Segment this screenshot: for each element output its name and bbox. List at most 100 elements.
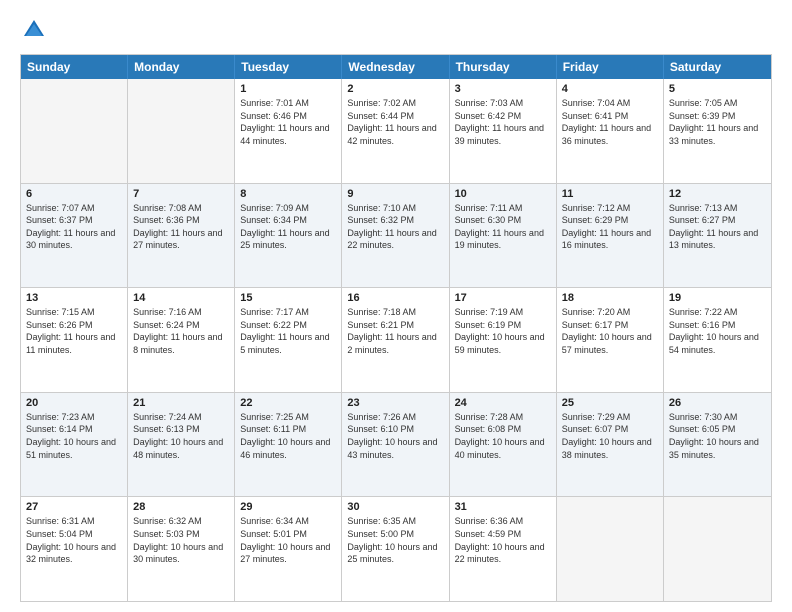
- week-row-3: 13 Sunrise: 7:15 AMSunset: 6:26 PMDayligh…: [21, 287, 771, 392]
- day-number: 27: [26, 501, 122, 513]
- day-header-wednesday: Wednesday: [342, 55, 449, 79]
- day-info: Sunrise: 6:34 AMSunset: 5:01 PMDaylight:…: [240, 515, 336, 565]
- day-cell-27: 27 Sunrise: 6:31 AMSunset: 5:04 PMDayligh…: [21, 497, 128, 601]
- day-number: 18: [562, 292, 658, 304]
- day-info: Sunrise: 7:28 AMSunset: 6:08 PMDaylight:…: [455, 411, 551, 461]
- day-number: 21: [133, 397, 229, 409]
- empty-cell: [664, 497, 771, 601]
- day-cell-26: 26 Sunrise: 7:30 AMSunset: 6:05 PMDayligh…: [664, 393, 771, 497]
- day-number: 26: [669, 397, 766, 409]
- day-number: 25: [562, 397, 658, 409]
- day-cell-1: 1 Sunrise: 7:01 AMSunset: 6:46 PMDaylight…: [235, 79, 342, 183]
- day-number: 3: [455, 83, 551, 95]
- day-number: 9: [347, 188, 443, 200]
- day-header-thursday: Thursday: [450, 55, 557, 79]
- day-info: Sunrise: 7:15 AMSunset: 6:26 PMDaylight:…: [26, 306, 122, 356]
- day-number: 15: [240, 292, 336, 304]
- day-cell-4: 4 Sunrise: 7:04 AMSunset: 6:41 PMDaylight…: [557, 79, 664, 183]
- day-number: 7: [133, 188, 229, 200]
- day-number: 24: [455, 397, 551, 409]
- day-cell-13: 13 Sunrise: 7:15 AMSunset: 6:26 PMDayligh…: [21, 288, 128, 392]
- calendar: SundayMondayTuesdayWednesdayThursdayFrid…: [20, 54, 772, 602]
- day-info: Sunrise: 7:02 AMSunset: 6:44 PMDaylight:…: [347, 97, 443, 147]
- day-cell-29: 29 Sunrise: 6:34 AMSunset: 5:01 PMDayligh…: [235, 497, 342, 601]
- day-info: Sunrise: 7:13 AMSunset: 6:27 PMDaylight:…: [669, 202, 766, 252]
- week-row-4: 20 Sunrise: 7:23 AMSunset: 6:14 PMDayligh…: [21, 392, 771, 497]
- day-cell-31: 31Sunrise: 6:36 AMSunset: 4:59 PMDayligh…: [450, 497, 557, 601]
- day-header-monday: Monday: [128, 55, 235, 79]
- day-cell-5: 5 Sunrise: 7:05 AMSunset: 6:39 PMDaylight…: [664, 79, 771, 183]
- day-info: Sunrise: 7:08 AMSunset: 6:36 PMDaylight:…: [133, 202, 229, 252]
- day-header-tuesday: Tuesday: [235, 55, 342, 79]
- day-cell-7: 7 Sunrise: 7:08 AMSunset: 6:36 PMDaylight…: [128, 184, 235, 288]
- day-info: Sunrise: 7:11 AMSunset: 6:30 PMDaylight:…: [455, 202, 551, 252]
- empty-cell: [21, 79, 128, 183]
- day-cell-30: 30Sunrise: 6:35 AMSunset: 5:00 PMDayligh…: [342, 497, 449, 601]
- day-info: Sunrise: 7:29 AMSunset: 6:07 PMDaylight:…: [562, 411, 658, 461]
- day-number: 29: [240, 501, 336, 513]
- page: SundayMondayTuesdayWednesdayThursdayFrid…: [0, 0, 792, 612]
- day-info: Sunrise: 7:26 AMSunset: 6:10 PMDaylight:…: [347, 411, 443, 461]
- day-cell-8: 8Sunrise: 7:09 AMSunset: 6:34 PMDaylight…: [235, 184, 342, 288]
- day-number: 1: [240, 83, 336, 95]
- day-info: Sunrise: 7:01 AMSunset: 6:46 PMDaylight:…: [240, 97, 336, 147]
- day-info: Sunrise: 7:19 AMSunset: 6:19 PMDaylight:…: [455, 306, 551, 356]
- week-row-1: 1 Sunrise: 7:01 AMSunset: 6:46 PMDaylight…: [21, 79, 771, 183]
- day-cell-16: 16 Sunrise: 7:18 AMSunset: 6:21 PMDayligh…: [342, 288, 449, 392]
- day-info: Sunrise: 7:07 AMSunset: 6:37 PMDaylight:…: [26, 202, 122, 252]
- day-number: 28: [133, 501, 229, 513]
- day-header-saturday: Saturday: [664, 55, 771, 79]
- day-info: Sunrise: 6:32 AMSunset: 5:03 PMDaylight:…: [133, 515, 229, 565]
- day-info: Sunrise: 7:04 AMSunset: 6:41 PMDaylight:…: [562, 97, 658, 147]
- day-number: 6: [26, 188, 122, 200]
- day-header-friday: Friday: [557, 55, 664, 79]
- day-number: 4: [562, 83, 658, 95]
- day-cell-19: 19Sunrise: 7:22 AMSunset: 6:16 PMDayligh…: [664, 288, 771, 392]
- day-cell-15: 15 Sunrise: 7:17 AMSunset: 6:22 PMDayligh…: [235, 288, 342, 392]
- day-number: 31: [455, 501, 551, 513]
- day-cell-10: 10 Sunrise: 7:11 AMSunset: 6:30 PMDayligh…: [450, 184, 557, 288]
- day-info: Sunrise: 7:18 AMSunset: 6:21 PMDaylight:…: [347, 306, 443, 356]
- day-cell-11: 11Sunrise: 7:12 AMSunset: 6:29 PMDayligh…: [557, 184, 664, 288]
- day-cell-12: 12Sunrise: 7:13 AMSunset: 6:27 PMDayligh…: [664, 184, 771, 288]
- week-row-5: 27 Sunrise: 6:31 AMSunset: 5:04 PMDayligh…: [21, 496, 771, 601]
- day-info: Sunrise: 7:05 AMSunset: 6:39 PMDaylight:…: [669, 97, 766, 147]
- day-cell-25: 25 Sunrise: 7:29 AMSunset: 6:07 PMDayligh…: [557, 393, 664, 497]
- day-info: Sunrise: 7:23 AMSunset: 6:14 PMDaylight:…: [26, 411, 122, 461]
- day-info: Sunrise: 7:16 AMSunset: 6:24 PMDaylight:…: [133, 306, 229, 356]
- day-cell-6: 6 Sunrise: 7:07 AMSunset: 6:37 PMDaylight…: [21, 184, 128, 288]
- day-cell-2: 2 Sunrise: 7:02 AMSunset: 6:44 PMDaylight…: [342, 79, 449, 183]
- day-cell-17: 17Sunrise: 7:19 AMSunset: 6:19 PMDayligh…: [450, 288, 557, 392]
- logo: [20, 16, 52, 44]
- day-number: 5: [669, 83, 766, 95]
- day-cell-24: 24 Sunrise: 7:28 AMSunset: 6:08 PMDayligh…: [450, 393, 557, 497]
- day-cell-23: 23Sunrise: 7:26 AMSunset: 6:10 PMDayligh…: [342, 393, 449, 497]
- day-number: 14: [133, 292, 229, 304]
- week-row-2: 6 Sunrise: 7:07 AMSunset: 6:37 PMDaylight…: [21, 183, 771, 288]
- day-number: 13: [26, 292, 122, 304]
- empty-cell: [557, 497, 664, 601]
- day-number: 19: [669, 292, 766, 304]
- day-info: Sunrise: 7:09 AMSunset: 6:34 PMDaylight:…: [240, 202, 336, 252]
- day-cell-3: 3 Sunrise: 7:03 AMSunset: 6:42 PMDaylight…: [450, 79, 557, 183]
- day-header-sunday: Sunday: [21, 55, 128, 79]
- day-cell-22: 22Sunrise: 7:25 AMSunset: 6:11 PMDayligh…: [235, 393, 342, 497]
- day-info: Sunrise: 7:30 AMSunset: 6:05 PMDaylight:…: [669, 411, 766, 461]
- day-info: Sunrise: 7:17 AMSunset: 6:22 PMDaylight:…: [240, 306, 336, 356]
- calendar-body: 1 Sunrise: 7:01 AMSunset: 6:46 PMDaylight…: [21, 79, 771, 601]
- header: [20, 16, 772, 44]
- day-number: 2: [347, 83, 443, 95]
- day-number: 11: [562, 188, 658, 200]
- empty-cell: [128, 79, 235, 183]
- day-cell-20: 20 Sunrise: 7:23 AMSunset: 6:14 PMDayligh…: [21, 393, 128, 497]
- day-info: Sunrise: 6:31 AMSunset: 5:04 PMDaylight:…: [26, 515, 122, 565]
- day-info: Sunrise: 7:03 AMSunset: 6:42 PMDaylight:…: [455, 97, 551, 147]
- day-number: 16: [347, 292, 443, 304]
- day-info: Sunrise: 6:35 AMSunset: 5:00 PMDaylight:…: [347, 515, 443, 565]
- day-cell-9: 9Sunrise: 7:10 AMSunset: 6:32 PMDaylight…: [342, 184, 449, 288]
- day-cell-28: 28 Sunrise: 6:32 AMSunset: 5:03 PMDayligh…: [128, 497, 235, 601]
- day-cell-21: 21Sunrise: 7:24 AMSunset: 6:13 PMDayligh…: [128, 393, 235, 497]
- day-number: 10: [455, 188, 551, 200]
- day-number: 20: [26, 397, 122, 409]
- day-cell-14: 14 Sunrise: 7:16 AMSunset: 6:24 PMDayligh…: [128, 288, 235, 392]
